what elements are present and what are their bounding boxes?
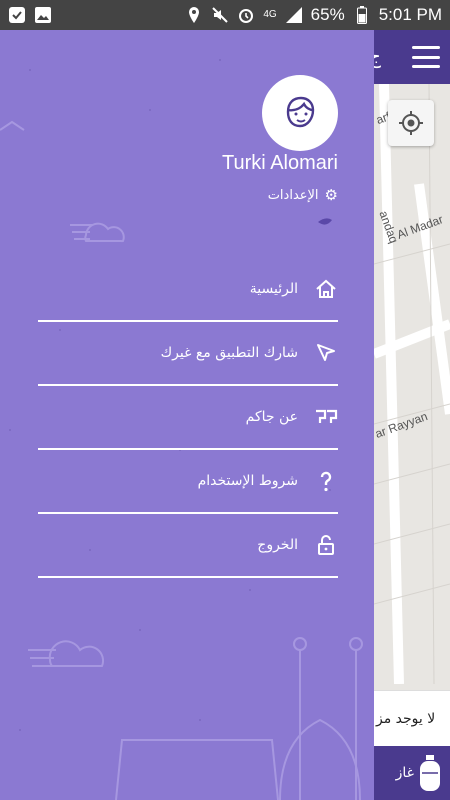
map-header: ج — [374, 30, 450, 84]
map-streets — [374, 84, 450, 684]
network-type: 4G — [263, 9, 277, 20]
send-icon — [314, 341, 338, 365]
unlock-icon — [314, 533, 338, 557]
menu-item-home[interactable]: الرئيسية — [38, 258, 338, 322]
home-icon — [314, 277, 338, 301]
menu-item-label: شارك التطبيق مع غيرك — [160, 345, 298, 361]
menu-item-logout[interactable]: الخروج — [38, 514, 338, 578]
gear-icon: ⚙ — [324, 186, 338, 204]
navigation-drawer: Turki Alomari الإعدادات ⚙ الرئيسية شارك … — [0, 30, 374, 800]
gas-service-label: غاز — [395, 765, 414, 781]
my-location-button[interactable] — [388, 100, 434, 146]
menu-item-label: الخروج — [257, 537, 298, 553]
status-right: 4G 65% 5:01 PM — [185, 5, 442, 25]
settings-link[interactable]: الإعدادات ⚙ — [268, 186, 338, 204]
gas-cylinder-icon — [420, 755, 440, 791]
crosshair-icon — [399, 111, 423, 135]
signal-icon — [285, 6, 303, 24]
alarm-icon — [237, 6, 255, 24]
no-provider-banner: لا يوجد مز — [374, 690, 450, 746]
menu-item-label: عن جاكم — [245, 409, 298, 425]
battery-icon — [353, 6, 371, 24]
status-left — [8, 6, 52, 24]
clock: 5:01 PM — [378, 5, 442, 24]
no-provider-text: لا يوجد مز — [376, 710, 436, 727]
menu-item-label: الرئيسية — [249, 281, 298, 297]
status-bar: 4G 65% 5:01 PM — [0, 0, 450, 30]
logo-icon — [314, 405, 338, 429]
check-notification-icon — [8, 6, 26, 24]
menu-item-about[interactable]: عن جاكم — [38, 386, 338, 450]
hamburger-menu-icon[interactable] — [412, 46, 440, 68]
drawer-menu: الرئيسية شارك التطبيق مع غيرك عن جاكم شر… — [38, 258, 338, 578]
gas-service-bar[interactable]: غاز — [374, 746, 450, 800]
settings-label: الإعدادات — [267, 187, 319, 203]
menu-item-label: شروط الإستخدام — [197, 473, 298, 489]
mute-icon — [211, 6, 229, 24]
question-icon — [314, 469, 338, 493]
image-notification-icon — [34, 6, 52, 24]
user-avatar[interactable] — [262, 75, 338, 151]
battery-percent: 65% — [310, 5, 345, 24]
user-name: Turki Alomari — [222, 152, 338, 174]
map-area[interactable]: ج arfa Al Madar andaq ar Rayyan لا يوجد … — [374, 30, 450, 800]
user-face-icon — [286, 96, 315, 128]
menu-item-share[interactable]: شارك التطبيق مع غيرك — [38, 322, 338, 386]
location-icon — [185, 6, 203, 24]
menu-item-terms[interactable]: شروط الإستخدام — [38, 450, 338, 514]
header-partial-title: ج — [374, 44, 381, 68]
